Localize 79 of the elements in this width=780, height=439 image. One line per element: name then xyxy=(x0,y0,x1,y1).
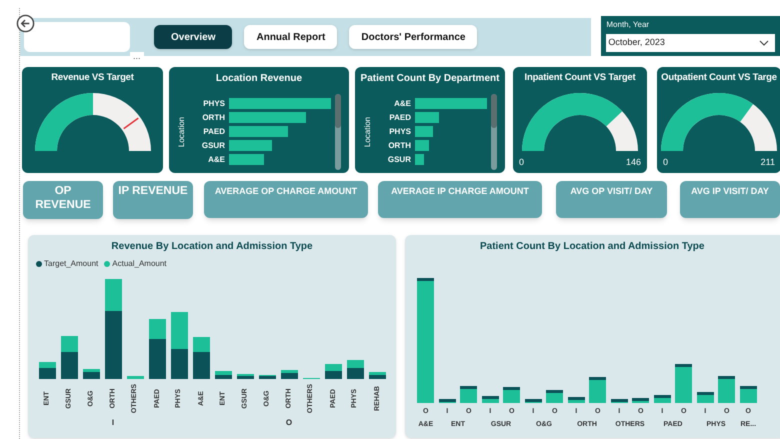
slicer-dropdown[interactable]: October, 2023 xyxy=(606,34,775,52)
card-title: Outpatient Count VS Targe xyxy=(661,71,777,85)
gauge-min: 0 xyxy=(519,156,524,168)
slicer-label: Month, Year xyxy=(606,19,650,31)
stacked-bar xyxy=(280,370,298,379)
legend-label: Target_Amount xyxy=(44,258,98,270)
bar xyxy=(415,98,487,109)
card-title: Location Revenue xyxy=(216,72,302,86)
legend-label: Actual_Amount xyxy=(112,258,167,270)
kpi-button[interactable]: IP REVENUE xyxy=(113,181,193,219)
bar xyxy=(482,396,499,403)
nav-tab[interactable]: Annual Report xyxy=(244,25,338,49)
stacked-bar xyxy=(346,360,364,379)
card-title: Patient Count By Department xyxy=(360,72,500,86)
kpi-button[interactable]: AVG IP VISIT/ DAY xyxy=(680,181,780,218)
scrollbar[interactable] xyxy=(491,94,497,170)
bar xyxy=(503,387,520,403)
bar xyxy=(229,140,272,151)
card-title: Revenue VS Target xyxy=(51,71,134,85)
kpi-button[interactable]: AVG OP VISIT/ DAY xyxy=(556,181,667,218)
bar-label: ORTH xyxy=(201,112,225,124)
chart-title: Patient Count By Location and Admission Type xyxy=(480,240,706,254)
bar xyxy=(632,398,650,403)
stacked-bar xyxy=(236,374,254,379)
bar xyxy=(524,399,542,403)
bar xyxy=(546,390,564,403)
kpi-button[interactable]: AVERAGE IP CHARGE AMOUNT xyxy=(378,181,542,218)
chart-title: Revenue By Location and Admission Type xyxy=(111,240,313,254)
bar xyxy=(229,154,264,165)
gauge-max: 211 xyxy=(760,156,775,168)
bar-label: PAED xyxy=(202,126,225,138)
stacked-bar xyxy=(368,372,386,379)
axis-label: Location xyxy=(177,116,187,147)
bar xyxy=(229,126,288,137)
bar xyxy=(696,392,714,403)
stacked-bar xyxy=(258,375,276,379)
stacked-bar xyxy=(38,362,56,379)
bar xyxy=(438,399,456,403)
bar-label: PHYS xyxy=(202,98,225,110)
stacked-bar xyxy=(126,376,144,379)
bar xyxy=(568,397,585,403)
stacked-bar xyxy=(82,369,100,379)
stacked-bar xyxy=(192,337,210,379)
gauge-min: 0 xyxy=(663,156,668,168)
axis-label: Location xyxy=(363,116,373,147)
bar xyxy=(415,126,433,137)
stacked-bar xyxy=(60,336,78,379)
group-label: O xyxy=(286,417,292,429)
bar xyxy=(610,399,628,403)
gauge-max: 146 xyxy=(626,156,641,168)
bar xyxy=(415,140,430,151)
bar xyxy=(415,154,424,165)
chevron-down-icon xyxy=(759,40,769,46)
bar-label: PAED xyxy=(388,112,411,124)
bar xyxy=(460,386,478,403)
stacked-bar xyxy=(324,364,342,379)
more-options-icon[interactable]: ... xyxy=(130,52,144,61)
card-title: Inpatient Count VS Target xyxy=(524,71,636,85)
stacked-bar xyxy=(214,371,232,379)
stacked-bar xyxy=(148,319,166,379)
kpi-button[interactable]: AVERAGE OP CHARGE AMOUNT xyxy=(204,181,368,218)
nav-tab[interactable]: Doctors' Performance xyxy=(349,25,478,49)
kpi-button[interactable]: OP REVENUE xyxy=(23,181,103,219)
nav-tab[interactable]: Overview xyxy=(154,25,232,49)
bar xyxy=(415,112,439,123)
bar xyxy=(589,377,606,403)
bar xyxy=(740,386,757,403)
bar-label: A&E xyxy=(393,98,411,110)
scrollbar[interactable] xyxy=(335,94,341,170)
bar-label: A&E xyxy=(207,154,225,166)
bar-label: ORTH xyxy=(387,140,411,152)
bar-label: PHYS xyxy=(388,126,411,138)
bar-label: GSUR xyxy=(386,154,411,166)
bar xyxy=(654,395,671,403)
bar xyxy=(675,364,692,403)
group-label: I xyxy=(112,417,114,429)
bar xyxy=(718,376,736,403)
bar-label: GSUR xyxy=(200,140,225,152)
stacked-bar xyxy=(170,312,188,379)
